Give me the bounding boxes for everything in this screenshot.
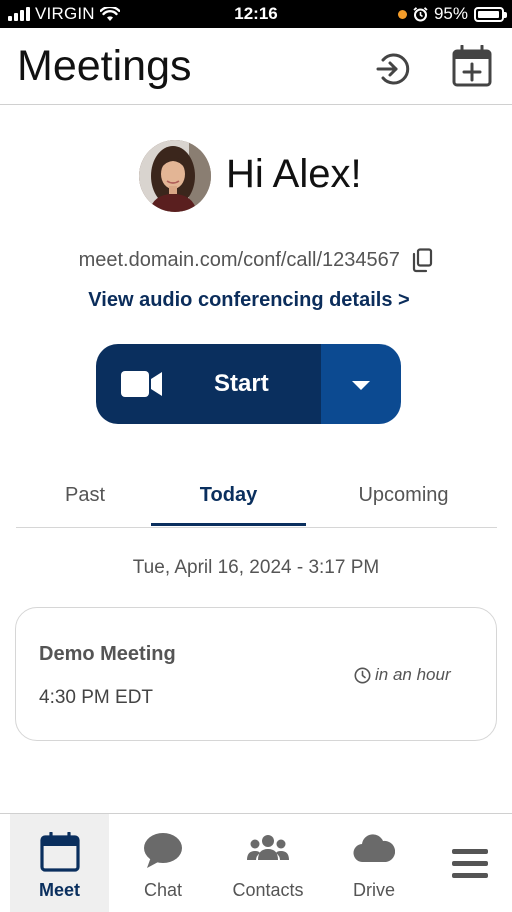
chat-bubble-icon xyxy=(144,833,182,868)
tab-today[interactable]: Today xyxy=(151,484,306,507)
current-date: Tue, April 16, 2024 - 3:17 PM xyxy=(132,557,380,578)
greeting-text: Hi Alex! xyxy=(226,152,362,196)
meeting-card[interactable]: Demo Meeting 4:30 PM EDT in an hour xyxy=(15,607,497,741)
battery-percent: 95% xyxy=(433,4,468,23)
copy-icon[interactable] xyxy=(411,248,433,273)
video-camera-icon xyxy=(121,371,162,397)
meeting-title: Demo Meeting xyxy=(39,643,176,665)
nav-label-contacts: Contacts xyxy=(232,880,304,900)
header: Meetings xyxy=(0,28,512,105)
meeting-relative-label: in an hour xyxy=(375,665,451,684)
battery-icon xyxy=(474,6,507,22)
meeting-tabs: Past Today Upcoming xyxy=(16,470,497,528)
nav-item-drive[interactable]: Drive xyxy=(326,814,422,912)
menu-icon xyxy=(452,849,488,878)
join-meeting-icon[interactable] xyxy=(374,50,412,88)
nav-item-menu[interactable] xyxy=(428,814,512,912)
alarm-icon xyxy=(413,6,428,21)
bottom-nav: Meet Chat Contacts Drive xyxy=(0,813,512,912)
nav-label-chat: Chat xyxy=(143,880,183,900)
cloud-icon xyxy=(353,834,395,863)
avatar[interactable] xyxy=(139,140,211,212)
start-label: Start xyxy=(214,370,269,397)
start-options-dropdown[interactable] xyxy=(321,344,401,424)
tab-past[interactable]: Past xyxy=(30,484,140,507)
nav-item-chat[interactable]: Chat xyxy=(115,814,211,912)
schedule-meeting-icon[interactable] xyxy=(452,45,492,87)
nav-label-meet: Meet xyxy=(38,880,80,900)
tab-upcoming[interactable]: Upcoming xyxy=(336,484,471,507)
start-meeting-button[interactable]: Start xyxy=(96,344,321,424)
page-title: Meetings xyxy=(17,42,192,90)
clock-icon xyxy=(354,667,371,683)
calendar-icon xyxy=(39,832,80,872)
meeting-time: 4:30 PM EDT xyxy=(39,687,154,708)
nav-item-meet[interactable]: Meet xyxy=(10,814,109,912)
meeting-url[interactable]: meet.domain.com/conf/call/1234567 xyxy=(79,249,400,272)
privacy-indicator-dot xyxy=(397,9,407,19)
audio-conferencing-link[interactable]: View audio conferencing details > xyxy=(0,289,498,312)
status-bar: VIRGIN 12:16 95% xyxy=(0,0,512,28)
start-meeting-button-group: Start xyxy=(96,344,401,424)
contacts-icon xyxy=(247,835,289,860)
nav-item-contacts[interactable]: Contacts xyxy=(220,814,316,912)
status-right: 95% xyxy=(397,4,507,24)
meeting-link-row: meet.domain.com/conf/call/1234567 xyxy=(0,248,512,273)
meeting-relative-time: in an hour xyxy=(354,665,451,685)
nav-label-drive: Drive xyxy=(352,880,395,900)
battery-fill xyxy=(478,10,499,18)
chevron-down-icon xyxy=(352,381,370,390)
active-tab-indicator xyxy=(151,523,306,526)
